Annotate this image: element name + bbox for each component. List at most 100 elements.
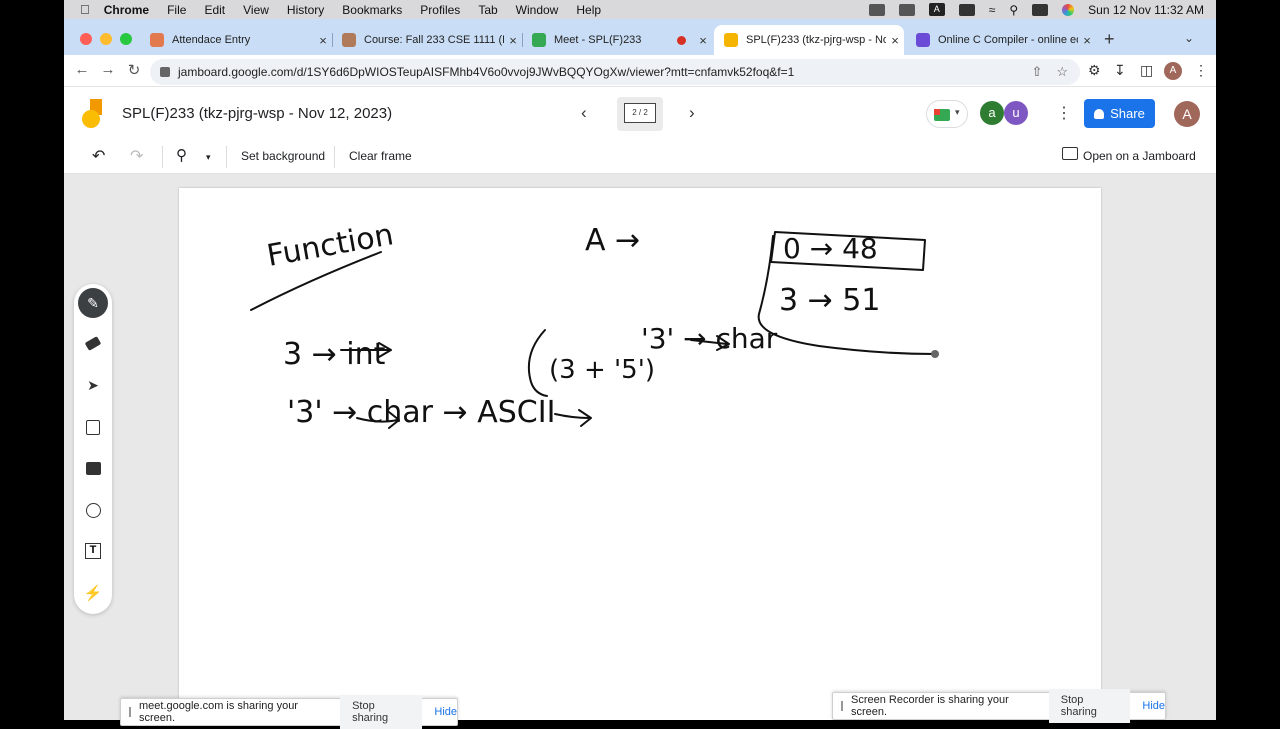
menu-tab[interactable]: Tab (478, 3, 497, 17)
spotlight-search-icon[interactable]: ⚲ (1009, 3, 1018, 17)
xp-pen-icon[interactable] (868, 3, 885, 16)
next-frame-icon[interactable]: › (689, 103, 695, 123)
participant-avatar[interactable]: a (980, 101, 1004, 125)
redo-icon[interactable]: ↷ (130, 146, 143, 166)
close-window-button[interactable] (80, 33, 92, 45)
omnibox[interactable]: jamboard.google.com/d/1SY6d6DpWIOSTeupAI… (150, 59, 1080, 85)
zoom-icon[interactable]: ⚲ (176, 146, 187, 164)
image-icon (85, 461, 101, 475)
downloads-icon[interactable]: ↧ (1114, 62, 1126, 79)
close-tab-icon[interactable]: × (314, 33, 332, 48)
open-on-jamboard-button[interactable]: Open on a Jamboard (1083, 149, 1196, 163)
select-tool[interactable]: ➤ (78, 370, 108, 400)
siri-icon[interactable] (1062, 3, 1075, 16)
url-text[interactable]: jamboard.google.com/d/1SY6d6DpWIOSTeupAI… (178, 65, 794, 79)
participant-avatar[interactable]: u (1004, 101, 1028, 125)
hw-a-arrow-text: A → (585, 223, 640, 258)
jam-frame[interactable]: Function A → 0 → 48 3 → 51 3 → int (3 + … (179, 188, 1101, 720)
drag-handle-icon[interactable] (129, 707, 131, 717)
forward-icon[interactable]: → (98, 61, 118, 78)
close-tab-icon[interactable]: × (886, 33, 904, 48)
tab-compiler[interactable]: Online C Compiler - online ed × (906, 25, 1096, 55)
shape-tool[interactable] (78, 495, 108, 525)
new-tab-icon[interactable]: + (1104, 29, 1115, 50)
tab-attendance[interactable]: Attendace Entry × (140, 25, 333, 55)
control-center-icon[interactable] (1032, 3, 1049, 16)
input-source-icon[interactable]: A (928, 3, 945, 16)
menu-view[interactable]: View (243, 3, 269, 17)
apple-icon[interactable]:  (80, 2, 90, 17)
text-box-tool[interactable]: T (78, 536, 108, 566)
lock-icon[interactable] (160, 67, 170, 77)
menu-help[interactable]: Help (576, 3, 601, 17)
zoom-dropdown-icon[interactable]: ▾ (206, 152, 211, 163)
meet-button[interactable]: ▾ (926, 100, 968, 128)
tab-jamboard[interactable]: SPL(F)233 (tkz-pjrg-wsp - No × (714, 25, 904, 55)
more-options-icon[interactable]: ⋮ (1056, 103, 1072, 123)
tab-title: Online C Compiler - online ed (938, 34, 1078, 46)
battery-icon[interactable] (958, 3, 975, 16)
window-controls (80, 33, 132, 45)
laser-tool[interactable]: ⚡ (78, 578, 108, 608)
frame-bar-toggle[interactable]: 2 / 2 (617, 97, 663, 131)
meet-sharing-bar: meet.google.com is sharing your screen. … (120, 695, 458, 729)
jamboard-logo-icon[interactable] (82, 99, 104, 129)
menu-file[interactable]: File (167, 3, 186, 17)
jam-title[interactable]: SPL(F)233 (tkz-pjrg-wsp - Nov 12, 2023) (122, 105, 392, 122)
clear-frame-button[interactable]: Clear frame (349, 149, 412, 163)
menu-bookmarks[interactable]: Bookmarks (342, 3, 402, 17)
screen-share-icon[interactable] (898, 3, 915, 16)
bookmark-star-icon[interactable]: ☆ (1056, 64, 1068, 80)
back-icon[interactable]: ← (72, 61, 92, 78)
drag-handle-icon[interactable] (841, 701, 843, 711)
sticky-note-tool[interactable] (78, 412, 108, 442)
wifi-icon[interactable]: ≈ (989, 3, 996, 17)
previous-frame-icon[interactable]: ‹ (581, 103, 587, 123)
minimize-window-button[interactable] (100, 33, 112, 45)
tab-search-chevron-icon[interactable]: ⌄ (1184, 31, 1194, 45)
eraser-icon (84, 335, 102, 351)
hw-line2-text: '3' → char → ASCII (287, 395, 555, 430)
eraser-tool[interactable] (78, 328, 108, 358)
zoom-window-button[interactable] (120, 33, 132, 45)
undo-icon[interactable]: ↶ (92, 146, 105, 166)
share-page-icon[interactable]: ⇧ (1031, 64, 1042, 80)
meet-stop-sharing-button[interactable]: Stop sharing (340, 695, 423, 729)
tab-meet[interactable]: Meet - SPL(F)233 × (522, 25, 712, 55)
recorder-sharing-bar: Screen Recorder is sharing your screen. … (832, 689, 1166, 723)
side-panel-icon[interactable]: ◫ (1140, 62, 1153, 79)
hw-function-text: Function (264, 217, 396, 274)
set-background-button[interactable]: Set background (241, 149, 325, 163)
menu-edit[interactable]: Edit (204, 3, 225, 17)
account-avatar[interactable]: A (1174, 101, 1200, 127)
menu-history[interactable]: History (287, 3, 324, 17)
canvas-area: Function A → 0 → 48 3 → 51 3 → int (3 + … (64, 174, 1216, 720)
recorder-hide-button[interactable]: Hide (1142, 700, 1165, 712)
image-tool[interactable] (78, 453, 108, 483)
address-bar-row: ← → ↻ jamboard.google.com/d/1SY6d6DpWIOS… (64, 55, 1216, 87)
pen-icon: ✎ (87, 294, 99, 311)
menu-chrome[interactable]: Chrome (104, 3, 149, 17)
recorder-stop-sharing-button[interactable]: Stop sharing (1048, 689, 1131, 723)
chrome-menu-icon[interactable]: ⋮ (1194, 62, 1208, 79)
share-button[interactable]: Share (1084, 99, 1155, 128)
person-add-icon (1094, 108, 1105, 119)
close-tab-icon[interactable]: × (1078, 33, 1096, 48)
arrow-stroke (554, 409, 592, 427)
chevron-down-icon: ▾ (955, 107, 960, 117)
open-jamboard-icon[interactable] (1062, 147, 1078, 160)
text-box-icon: T (85, 543, 101, 559)
tab-course[interactable]: Course: Fall 233 CSE 1111 (F) × (332, 25, 523, 55)
menubar-clock[interactable]: Sun 12 Nov 11:32 AM (1088, 3, 1204, 17)
menu-window[interactable]: Window (516, 3, 559, 17)
frame-indicator: 2 / 2 (624, 103, 656, 123)
menu-profiles[interactable]: Profiles (420, 3, 460, 17)
close-tab-icon[interactable]: × (694, 33, 712, 48)
share-label: Share (1110, 106, 1145, 121)
reload-icon[interactable]: ↻ (124, 61, 144, 79)
profile-avatar[interactable]: A (1164, 62, 1182, 80)
extensions-icon[interactable]: ⚙ (1088, 62, 1101, 79)
meet-hide-button[interactable]: Hide (434, 706, 457, 718)
close-tab-icon[interactable]: × (504, 33, 522, 48)
pen-tool[interactable]: ✎ (78, 288, 108, 318)
